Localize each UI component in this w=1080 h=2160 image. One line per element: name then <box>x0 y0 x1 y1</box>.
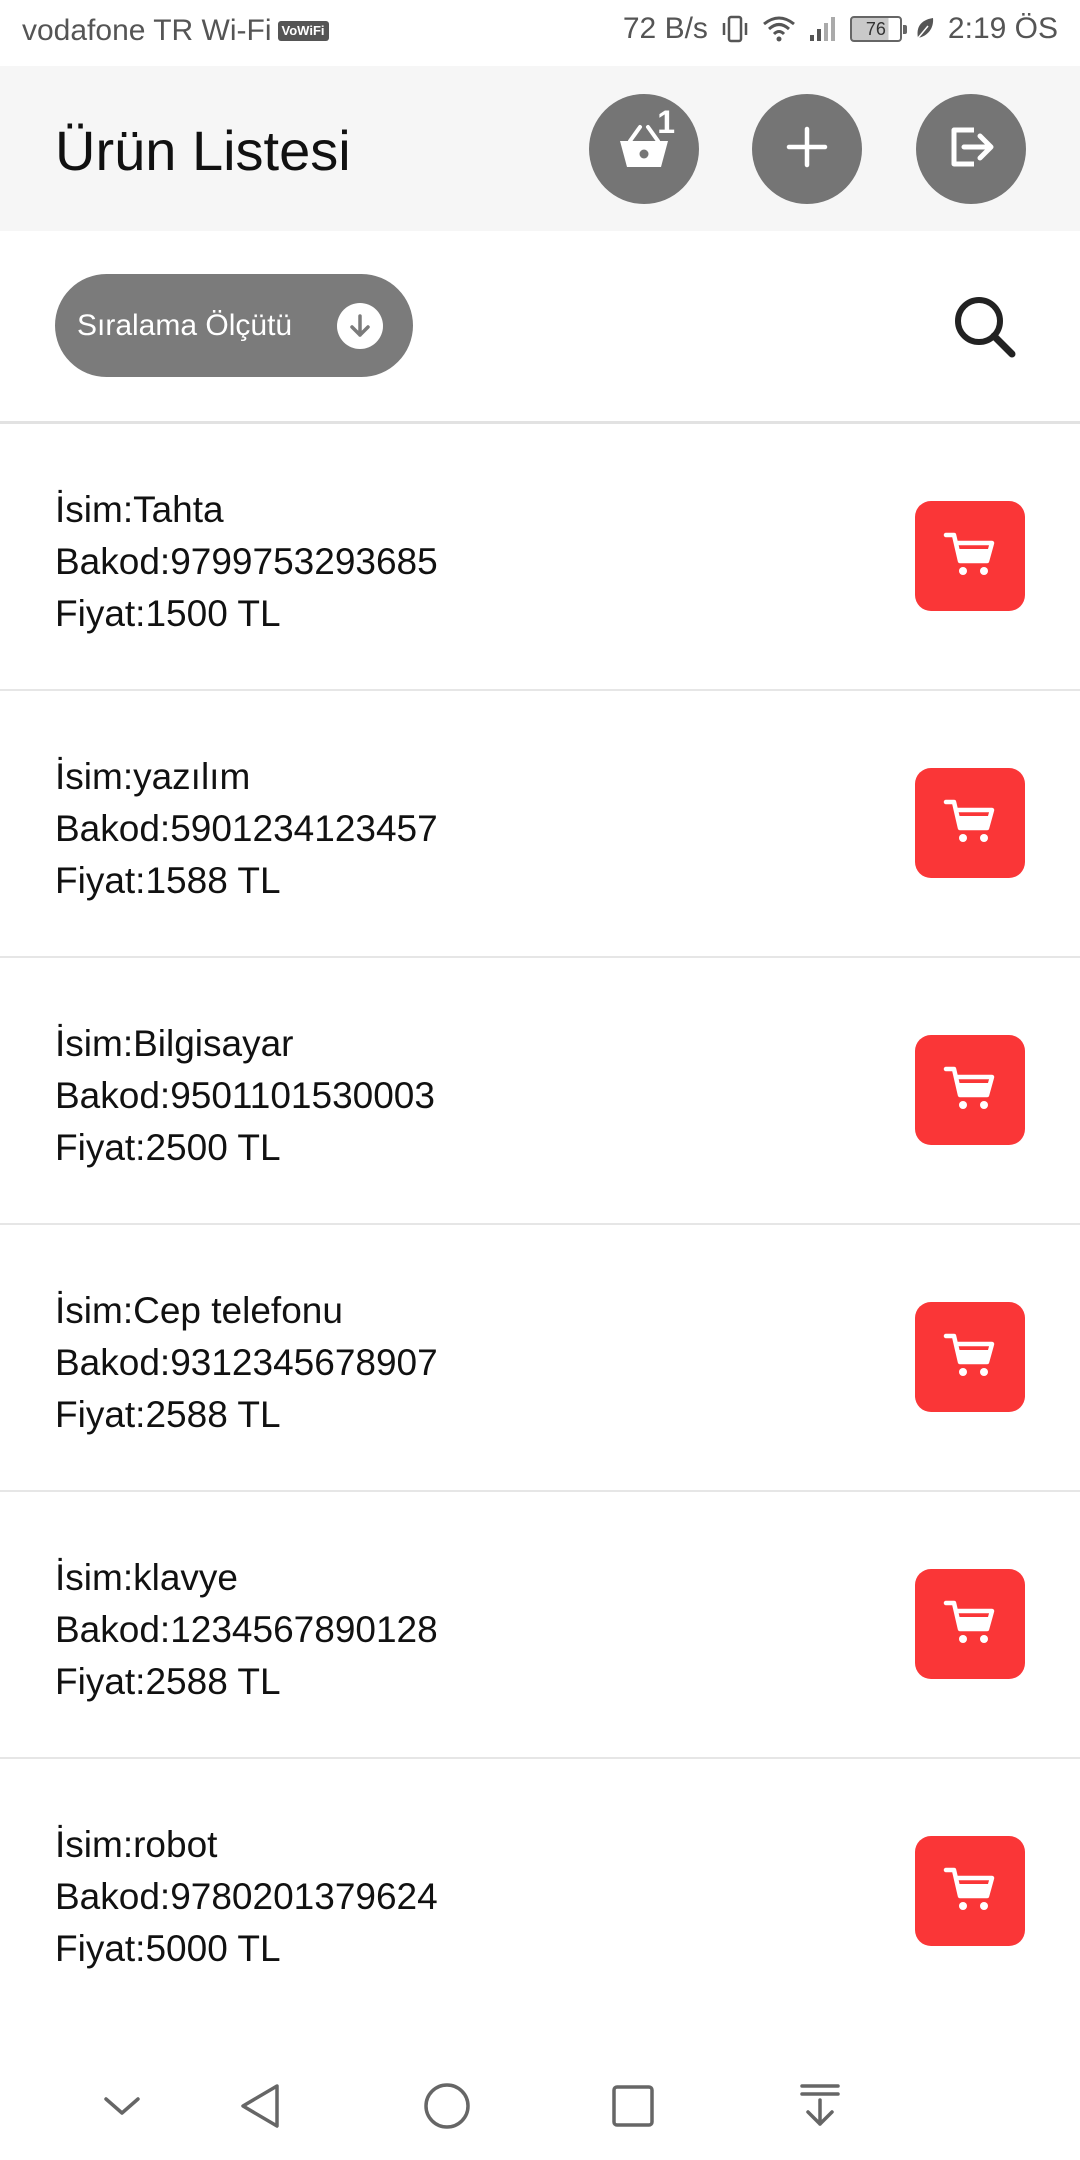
cart-icon <box>943 529 997 584</box>
basket-button[interactable]: 1 <box>589 94 699 204</box>
product-list-item: İsim:robot Bakod:9780201379624 Fiyat:500… <box>0 1759 1080 2026</box>
cart-icon <box>943 1330 997 1385</box>
clock: 2:19 ÖS <box>947 12 1058 45</box>
recents-button[interactable] <box>603 2080 663 2136</box>
signal-icon <box>808 15 838 43</box>
hide-nav-button[interactable] <box>92 2080 152 2136</box>
add-to-cart-button[interactable] <box>915 1569 1025 1679</box>
product-barcode: Bakod:5901234123457 <box>55 808 438 849</box>
status-bar: vodafone TR Wi-Fi VoWiFi 72 B/s 76 2:19 … <box>0 0 1080 66</box>
product-price: Fiyat:2588 TL <box>55 1394 281 1435</box>
product-details: İsim:yazılım Bakod:5901234123457 Fiyat:1… <box>55 751 438 907</box>
back-triangle-icon <box>237 2082 283 2135</box>
plus-icon <box>785 125 829 174</box>
cart-icon <box>943 1864 997 1919</box>
page-title: Ürün Listesi <box>55 119 351 182</box>
product-name: İsim:yazılım <box>55 756 251 797</box>
add-product-button[interactable] <box>752 94 862 204</box>
product-name: İsim:robot <box>55 1824 218 1865</box>
chevron-down-icon <box>102 2094 142 2123</box>
product-details: İsim:robot Bakod:9780201379624 Fiyat:500… <box>55 1819 438 1975</box>
product-price: Fiyat:1588 TL <box>55 860 281 901</box>
wifi-icon <box>762 15 796 43</box>
network-speed: 72 B/s <box>622 12 708 45</box>
leaf-icon <box>914 16 936 42</box>
product-list-item: İsim:Cep telefonu Bakod:9312345678907 Fi… <box>0 1225 1080 1492</box>
navigation-bar <box>0 2050 1080 2160</box>
cart-icon <box>943 796 997 851</box>
product-barcode: Bakod:9780201379624 <box>55 1876 438 1917</box>
product-barcode: Bakod:9312345678907 <box>55 1342 438 1383</box>
product-price: Fiyat:1500 TL <box>55 593 281 634</box>
arrow-down-circle-icon <box>337 303 383 349</box>
add-to-cart-button[interactable] <box>915 1302 1025 1412</box>
search-icon[interactable] <box>950 292 1020 367</box>
status-right: 72 B/s 76 2:19 ÖS <box>623 12 1058 46</box>
product-list-item: İsim:Tahta Bakod:9799753293685 Fiyat:150… <box>0 424 1080 691</box>
recents-square-icon <box>610 2083 656 2134</box>
sort-label: Sıralama Ölçütü <box>77 308 293 342</box>
product-name: İsim:Tahta <box>55 489 224 530</box>
cart-icon <box>943 1063 997 1118</box>
vibrate-icon <box>720 14 750 44</box>
basket-count-badge: 1 <box>657 104 675 140</box>
product-details: İsim:klavye Bakod:1234567890128 Fiyat:25… <box>55 1552 438 1708</box>
product-list-item: İsim:Bilgisayar Bakod:9501101530003 Fiya… <box>0 958 1080 1225</box>
product-barcode: Bakod:9799753293685 <box>55 541 438 582</box>
carrier-name: vodafone TR Wi-Fi <box>22 14 272 47</box>
vowifi-badge: VoWiFi <box>277 21 329 41</box>
product-details: İsim:Cep telefonu Bakod:9312345678907 Fi… <box>55 1285 438 1441</box>
product-barcode: Bakod:9501101530003 <box>55 1075 435 1116</box>
product-list-item: İsim:yazılım Bakod:5901234123457 Fiyat:1… <box>0 691 1080 958</box>
battery-indicator: 76 <box>849 16 907 42</box>
status-left: vodafone TR Wi-Fi VoWiFi <box>22 14 329 48</box>
product-price: Fiyat:2588 TL <box>55 1661 281 1702</box>
product-name: İsim:Bilgisayar <box>55 1023 294 1064</box>
product-price: Fiyat:5000 TL <box>55 1928 281 1969</box>
product-list: İsim:Tahta Bakod:9799753293685 Fiyat:150… <box>0 424 1080 2026</box>
add-to-cart-button[interactable] <box>915 1836 1025 1946</box>
notification-pull-button[interactable] <box>790 2080 850 2136</box>
product-details: İsim:Tahta Bakod:9799753293685 Fiyat:150… <box>55 484 438 640</box>
product-name: İsim:Cep telefonu <box>55 1290 343 1331</box>
logout-button[interactable] <box>916 94 1026 204</box>
product-list-item: İsim:klavye Bakod:1234567890128 Fiyat:25… <box>0 1492 1080 1759</box>
product-price: Fiyat:2500 TL <box>55 1127 281 1168</box>
back-button[interactable] <box>230 2080 290 2136</box>
home-circle-icon <box>422 2081 472 2136</box>
logout-icon <box>946 122 996 177</box>
pull-down-icon <box>798 2082 842 2135</box>
product-details: İsim:Bilgisayar Bakod:9501101530003 Fiya… <box>55 1018 435 1174</box>
home-button[interactable] <box>417 2080 477 2136</box>
add-to-cart-button[interactable] <box>915 501 1025 611</box>
add-to-cart-button[interactable] <box>915 1035 1025 1145</box>
cart-icon <box>943 1597 997 1652</box>
app-bar: Ürün Listesi 1 <box>0 66 1080 231</box>
sort-button[interactable]: Sıralama Ölçütü <box>55 274 413 377</box>
product-name: İsim:klavye <box>55 1557 238 1598</box>
add-to-cart-button[interactable] <box>915 768 1025 878</box>
product-barcode: Bakod:1234567890128 <box>55 1609 438 1650</box>
